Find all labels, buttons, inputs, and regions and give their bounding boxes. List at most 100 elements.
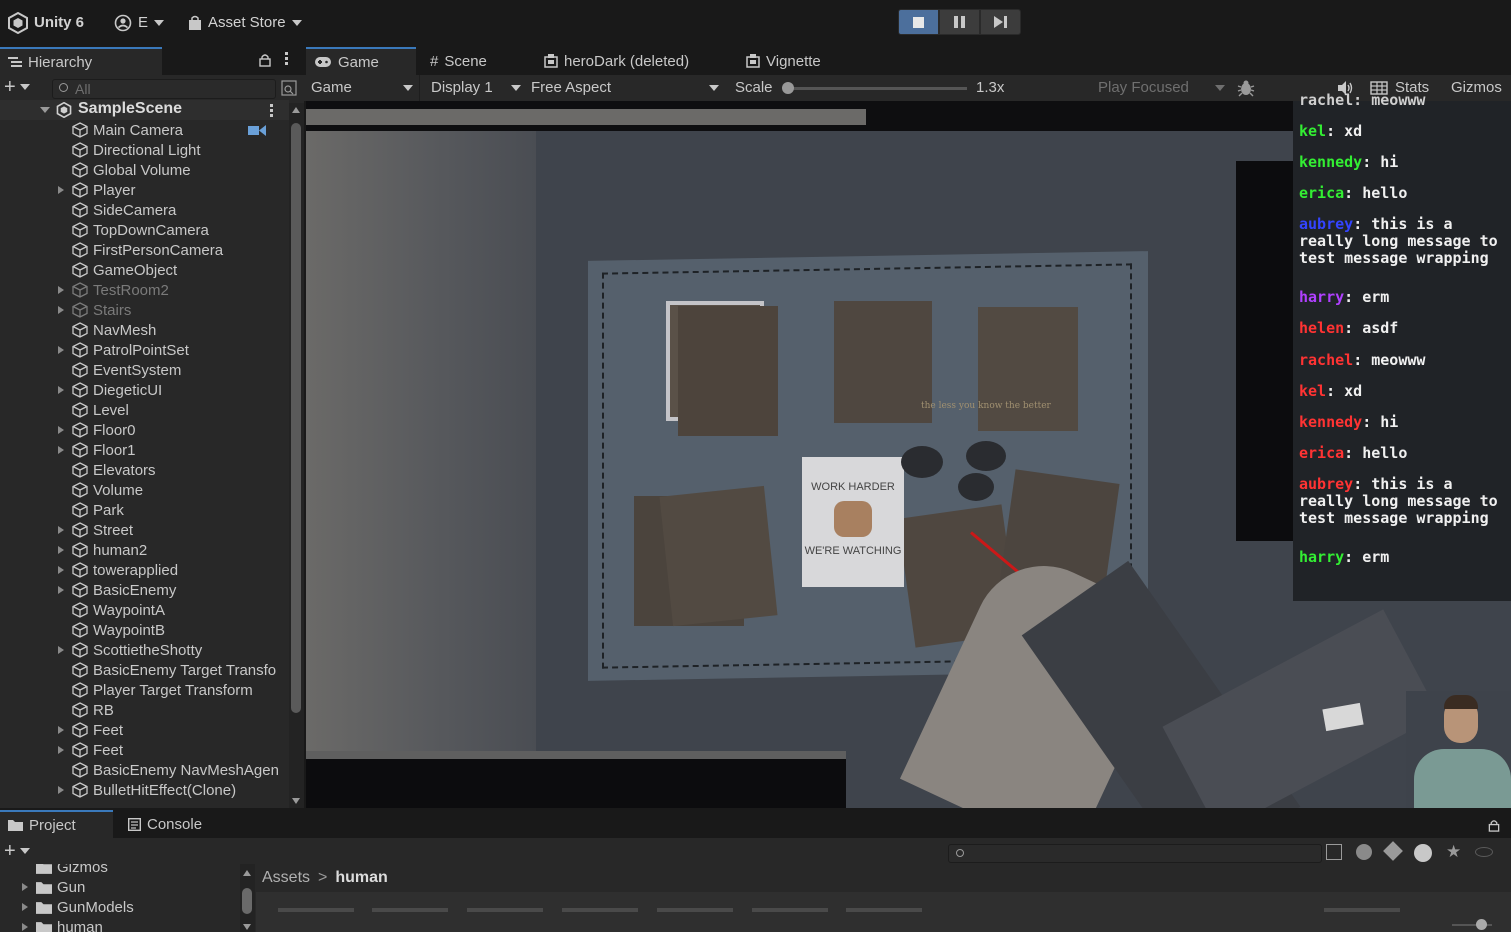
hierarchy-item[interactable]: Elevators xyxy=(72,460,156,480)
aspect-dropdown[interactable]: Free Aspect xyxy=(526,75,724,101)
project-folder-item[interactable]: human xyxy=(22,917,103,932)
hierarchy-item[interactable]: TopDownCamera xyxy=(72,220,209,240)
tab-hierarchy[interactable]: Hierarchy xyxy=(0,47,162,75)
hierarchy-item[interactable]: BasicEnemy NavMeshAgen xyxy=(72,760,279,780)
scale-slider-thumb[interactable] xyxy=(782,82,794,94)
scale-slider[interactable] xyxy=(782,82,967,94)
expand-arrow-icon[interactable] xyxy=(22,883,28,891)
asset-thumbnail[interactable] xyxy=(846,908,922,912)
bug-icon[interactable] xyxy=(1237,79,1255,97)
asset-thumbnail[interactable] xyxy=(752,908,828,912)
tab-herodark[interactable]: heroDark (deleted) xyxy=(536,47,697,75)
hierarchy-item[interactable]: BasicEnemy Target Transfo xyxy=(72,660,276,680)
hierarchy-item[interactable]: TestRoom2 xyxy=(58,280,169,300)
asset-thumbnail[interactable] xyxy=(467,908,543,912)
search-scope-icon[interactable] xyxy=(281,80,297,96)
expand-arrow-icon[interactable] xyxy=(58,446,64,454)
expand-arrow-icon[interactable] xyxy=(58,786,64,794)
breadcrumb-assets[interactable]: Assets xyxy=(262,869,310,887)
project-search-input[interactable] xyxy=(948,844,1322,863)
unity-logo-menu[interactable]: Unity 6 xyxy=(8,0,84,45)
hierarchy-search-input[interactable]: All xyxy=(52,79,276,99)
expand-arrow-icon[interactable] xyxy=(58,726,64,734)
asset-thumbnail[interactable] xyxy=(562,908,638,912)
scene-row[interactable]: SampleScene xyxy=(0,100,289,120)
project-folder-item[interactable]: Gun xyxy=(22,877,85,897)
size-slider-thumb[interactable] xyxy=(1476,919,1487,930)
hierarchy-item[interactable]: FirstPersonCamera xyxy=(72,240,223,260)
expand-arrow-icon[interactable] xyxy=(22,923,28,931)
expand-arrow-icon[interactable] xyxy=(58,386,64,394)
lock-icon[interactable] xyxy=(259,53,271,67)
hierarchy-scrollbar[interactable] xyxy=(289,103,304,808)
tab-game[interactable]: Game xyxy=(306,47,416,75)
hierarchy-item[interactable]: Floor1 xyxy=(58,440,136,460)
asset-thumbnail[interactable] xyxy=(278,908,354,912)
step-button[interactable] xyxy=(980,9,1021,35)
hierarchy-item[interactable]: Player xyxy=(58,180,136,200)
scene-menu-icon[interactable] xyxy=(270,104,273,117)
hierarchy-item[interactable]: PatrolPointSet xyxy=(58,340,189,360)
expand-arrow-icon[interactable] xyxy=(58,426,64,434)
search-scope-icon[interactable] xyxy=(1326,844,1342,860)
expand-arrow-icon[interactable] xyxy=(58,286,64,294)
asset-thumbnail[interactable] xyxy=(372,908,448,912)
hierarchy-item[interactable]: Main Camera xyxy=(72,120,183,140)
asset-thumbnail[interactable] xyxy=(657,908,733,912)
expand-arrow-icon[interactable] xyxy=(58,306,64,314)
expand-arrow-icon[interactable] xyxy=(22,903,28,911)
hierarchy-item[interactable]: NavMesh xyxy=(72,320,156,340)
hierarchy-item[interactable]: RB xyxy=(72,700,114,720)
stop-button[interactable] xyxy=(898,9,939,35)
tab-project[interactable]: Project xyxy=(0,810,113,838)
hierarchy-item[interactable]: Floor0 xyxy=(58,420,136,440)
project-folder-item[interactable]: Gizmos xyxy=(36,864,108,877)
lock-icon[interactable] xyxy=(1488,819,1500,832)
hierarchy-item[interactable]: GameObject xyxy=(72,260,177,280)
hierarchy-item[interactable]: Player Target Transform xyxy=(72,680,253,700)
hierarchy-item[interactable]: Directional Light xyxy=(72,140,201,160)
hierarchy-item[interactable]: ScottietheShotty xyxy=(58,640,202,660)
hierarchy-item[interactable]: EventSystem xyxy=(72,360,181,380)
hierarchy-item[interactable]: human2 xyxy=(58,540,147,560)
hierarchy-item[interactable]: Volume xyxy=(72,480,143,500)
hierarchy-item[interactable]: Park xyxy=(72,500,124,520)
expand-arrow-icon[interactable] xyxy=(58,586,64,594)
hierarchy-item[interactable]: Stairs xyxy=(58,300,131,320)
type-filter-icon[interactable] xyxy=(1356,844,1372,860)
tab-console[interactable]: Console xyxy=(120,810,210,838)
account-dropdown[interactable]: E xyxy=(114,0,165,45)
scroll-thumb[interactable] xyxy=(242,888,252,914)
project-create-dropdown[interactable]: + xyxy=(4,841,30,861)
view-mode-dropdown[interactable]: Game xyxy=(304,75,420,101)
create-dropdown[interactable]: + xyxy=(4,77,30,97)
thumbnail-size-slider[interactable] xyxy=(1452,919,1492,930)
hierarchy-item[interactable]: Street xyxy=(58,520,133,540)
hierarchy-item[interactable]: towerapplied xyxy=(58,560,178,580)
asset-thumbnail[interactable] xyxy=(1324,908,1400,912)
expand-arrow-icon[interactable] xyxy=(58,546,64,554)
play-focused-dropdown[interactable]: Play Focused xyxy=(1090,75,1228,101)
warning-filter-icon[interactable] xyxy=(1414,844,1432,862)
project-folder-item[interactable]: GunModels xyxy=(22,897,134,917)
hierarchy-item[interactable]: Feet xyxy=(58,720,123,740)
tab-scene[interactable]: # Scene xyxy=(422,47,495,75)
label-filter-icon[interactable] xyxy=(1383,841,1403,861)
expand-arrow-icon[interactable] xyxy=(58,646,64,654)
hierarchy-item[interactable]: Global Volume xyxy=(72,160,191,180)
hierarchy-item[interactable]: BulletHitEffect(Clone) xyxy=(58,780,236,800)
hierarchy-item[interactable]: Level xyxy=(72,400,129,420)
expand-arrow-icon[interactable] xyxy=(58,526,64,534)
hierarchy-item[interactable]: BasicEnemy xyxy=(58,580,176,600)
more-options-icon[interactable] xyxy=(285,52,288,65)
folder-scrollbar[interactable] xyxy=(240,864,255,932)
tab-vignette[interactable]: Vignette xyxy=(738,47,829,75)
hierarchy-item[interactable]: DiegeticUI xyxy=(58,380,162,400)
expand-arrow-icon[interactable] xyxy=(58,746,64,754)
scroll-thumb[interactable] xyxy=(291,123,301,713)
expand-arrow-icon[interactable] xyxy=(58,186,64,194)
hierarchy-item[interactable]: Feet xyxy=(58,740,123,760)
star-icon[interactable]: ★ xyxy=(1446,843,1461,862)
expand-arrow-icon[interactable] xyxy=(58,566,64,574)
breadcrumb-current[interactable]: human xyxy=(335,869,387,887)
